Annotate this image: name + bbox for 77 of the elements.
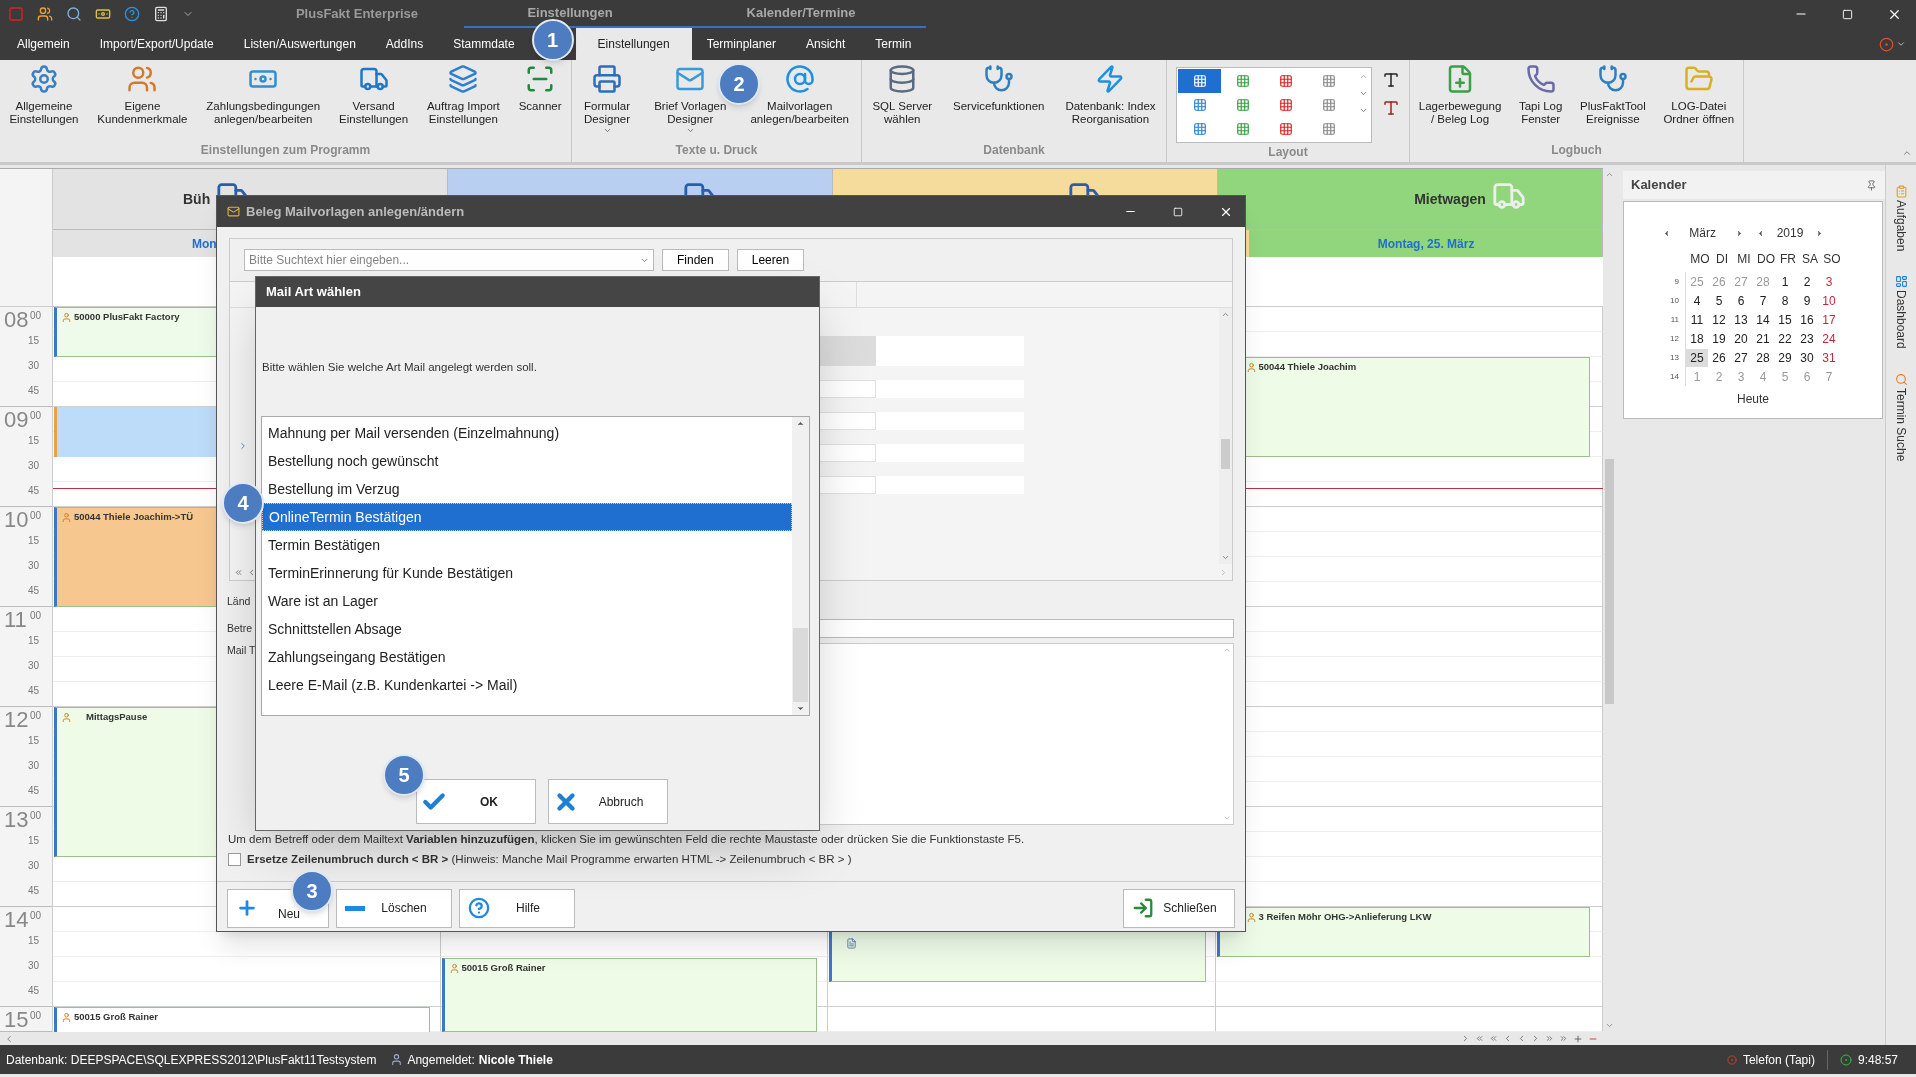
week-number: 11 bbox=[1662, 310, 1686, 329]
minute-label: 30 bbox=[28, 659, 40, 673]
appointment-title: 50044 Thiele Joachim bbox=[1258, 360, 1357, 374]
app-title: PlusFakt Enterprise bbox=[295, 5, 419, 24]
hour-label: 14 bbox=[4, 908, 29, 932]
minute-label: 45 bbox=[28, 784, 40, 798]
ribbon-group-label: Datenbank bbox=[982, 142, 1046, 159]
hour-label: 15 bbox=[4, 1008, 29, 1032]
week-number: 14 bbox=[1662, 367, 1686, 386]
minute-label: 15 bbox=[28, 334, 40, 348]
dialog-title: Beleg Mailvorlagen anlegen/ändern bbox=[246, 202, 465, 221]
minute-label: 45 bbox=[28, 384, 40, 398]
weekday-label: SO bbox=[1822, 251, 1842, 268]
appointment-title: MittagsPause bbox=[85, 710, 148, 724]
ribbon-group-label: Texte u. Druck bbox=[674, 142, 759, 159]
week-number: 12 bbox=[1662, 329, 1686, 348]
phone-status: Telefon (Tapi) bbox=[1742, 1051, 1815, 1069]
minute-label: 45 bbox=[28, 584, 40, 598]
field-label: Länd bbox=[227, 594, 251, 609]
weekday-label: DO bbox=[1756, 251, 1776, 268]
ribbon-group-label: Layout bbox=[1267, 144, 1309, 161]
prompt-text: Bitte wählen Sie welche Art Mail angelegt werden soll. bbox=[262, 360, 538, 375]
minute-label: 45 bbox=[28, 884, 40, 898]
minute-label: 00 bbox=[30, 709, 42, 723]
minute-label: 00 bbox=[30, 1009, 42, 1023]
minute-label: 15 bbox=[28, 434, 40, 448]
database-info: Datenbank: DEEPSPACE\SQLEXPRESS2012\PlusFakt11Testsystem bbox=[6, 1051, 377, 1069]
dialog-title: Mail Art wählen bbox=[266, 283, 361, 302]
minute-label: 45 bbox=[28, 984, 40, 998]
minute-label: 30 bbox=[28, 359, 40, 373]
step-badge: 1 bbox=[531, 19, 574, 61]
appointment-title: 50000 PlusFakt Factory bbox=[74, 310, 180, 324]
appointment-title: 50015 Groß Rainer bbox=[74, 1010, 158, 1024]
week-number: 10 bbox=[1662, 291, 1686, 310]
minute-label: 00 bbox=[30, 409, 42, 423]
hour-label: 08 bbox=[4, 308, 29, 332]
ribbon-group-label: Einstellungen zum Programm bbox=[199, 142, 372, 159]
hour-label: 11 bbox=[4, 608, 27, 632]
minute-label: 00 bbox=[30, 509, 42, 523]
clock-time: 9:48:57 bbox=[1857, 1051, 1899, 1069]
appointment-title: 50044 Thiele Joachim->TÜ bbox=[74, 510, 194, 524]
minute-label: 30 bbox=[28, 759, 40, 773]
minute-label: 00 bbox=[30, 609, 42, 623]
weekday-label: SA bbox=[1801, 251, 1819, 268]
minute-label: 00 bbox=[30, 909, 42, 923]
weekday-label: MO bbox=[1689, 251, 1711, 268]
minute-label: 15 bbox=[28, 734, 40, 748]
appointment-title: 50015 Groß Rainer bbox=[461, 961, 546, 975]
minute-label: 15 bbox=[28, 934, 40, 948]
minute-label: 15 bbox=[28, 834, 40, 848]
minute-label: 30 bbox=[28, 559, 40, 573]
date-header: Montag, 25. März bbox=[1250, 229, 1603, 257]
field-label: Mail T bbox=[227, 643, 256, 658]
minute-label: 00 bbox=[30, 309, 42, 323]
minute-label: 15 bbox=[28, 634, 40, 648]
user-name: Nicole Thiele bbox=[478, 1051, 553, 1069]
panel-title: Kalender bbox=[1631, 176, 1687, 195]
minute-label: 30 bbox=[28, 859, 40, 873]
minute-label: 30 bbox=[28, 459, 40, 473]
hour-label: 13 bbox=[4, 808, 29, 832]
ribbon-group-label: Logbuch bbox=[1550, 142, 1603, 159]
minute-label: 30 bbox=[28, 959, 40, 973]
hour-label: 10 bbox=[4, 508, 29, 532]
hint-text: Um dem Betreff oder dem Mailtext Variablen hinzuzufügen, klicken Sie im gewünschten Feld die rechte Maustaste oder drücken Sie die Funktionstaste F5. bbox=[228, 832, 1026, 847]
field-label: Betre bbox=[227, 620, 253, 636]
minute-label: 15 bbox=[28, 534, 40, 548]
hour-label: 12 bbox=[4, 708, 29, 732]
week-number: 9 bbox=[1662, 272, 1686, 291]
weekday-label: DI bbox=[1715, 251, 1729, 268]
minute-label: 45 bbox=[28, 484, 40, 498]
minute-label: 00 bbox=[30, 809, 42, 823]
weekday-label: MI bbox=[1736, 251, 1752, 268]
minute-label: 45 bbox=[28, 684, 40, 698]
login-label: Angemeldet: bbox=[407, 1051, 475, 1069]
hour-label: 09 bbox=[4, 408, 29, 432]
appointment-title: 3 Reifen Möhr OHG->Anlieferung LKW bbox=[1258, 910, 1432, 924]
weekday-label: FR bbox=[1779, 251, 1797, 268]
